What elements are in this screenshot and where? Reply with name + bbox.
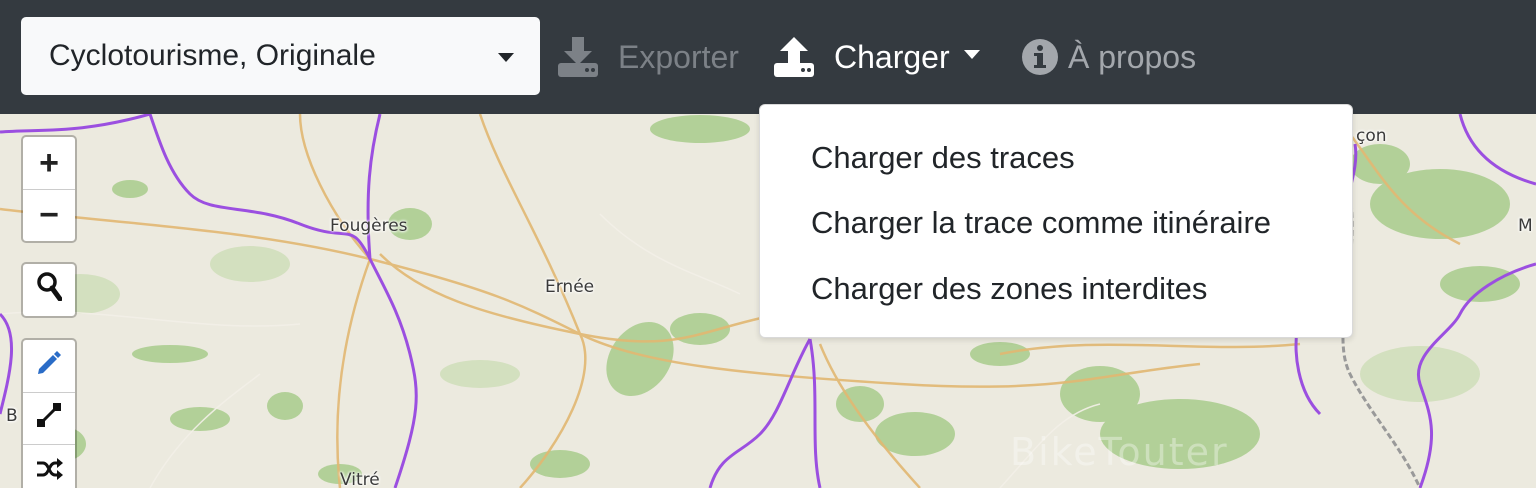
caret-down-icon: [963, 49, 980, 59]
load-label: Charger: [834, 38, 950, 75]
pencil-icon: [35, 347, 63, 386]
chevron-down-icon: [498, 53, 514, 62]
zoom-in-button[interactable]: +: [23, 137, 75, 189]
draw-toolbar: [21, 338, 77, 488]
info-circle-icon: [1020, 37, 1060, 77]
place-label: M: [1518, 216, 1533, 236]
draw-route-button[interactable]: [23, 340, 75, 392]
menu-item-load-tracks[interactable]: Charger des traces: [811, 140, 1075, 176]
place-label: B: [6, 406, 18, 426]
load-dropdown-menu: Charger des traces Charger la trace comm…: [759, 104, 1353, 338]
export-button[interactable]: Exporter: [556, 30, 739, 84]
routing-profile-select[interactable]: Cyclotourisme, Originale: [21, 17, 540, 95]
place-label: Ernée: [545, 277, 595, 297]
about-label: À propos: [1068, 38, 1197, 75]
routing-profile-value: Cyclotourisme, Originale: [49, 39, 376, 72]
top-navbar: Cyclotourisme, Originale Exporter Charge…: [0, 0, 1536, 114]
download-icon: [556, 35, 600, 79]
zoom-out-button[interactable]: −: [23, 189, 75, 241]
place-label: Fougères: [330, 216, 408, 236]
shuffle-button[interactable]: [23, 444, 75, 488]
draw-line-button[interactable]: [23, 392, 75, 444]
search-icon: [36, 271, 63, 310]
place-label: Vitré: [340, 470, 380, 488]
place-label: çon: [1356, 126, 1387, 146]
map-watermark: BikeTouter: [1010, 430, 1229, 474]
search-control: [21, 262, 77, 318]
menu-item-load-track-as-route[interactable]: Charger la trace comme itinéraire: [811, 205, 1271, 241]
zoom-control: + −: [21, 135, 77, 243]
export-label: Exporter: [618, 38, 739, 75]
about-link[interactable]: À propos: [1020, 30, 1196, 84]
shuffle-icon: [35, 451, 63, 488]
upload-icon: [772, 35, 816, 79]
search-button[interactable]: [23, 264, 75, 316]
menu-item-load-no-go-areas[interactable]: Charger des zones interdites: [811, 271, 1207, 307]
route-icon: [35, 399, 63, 438]
load-menu-button[interactable]: Charger: [772, 30, 980, 84]
